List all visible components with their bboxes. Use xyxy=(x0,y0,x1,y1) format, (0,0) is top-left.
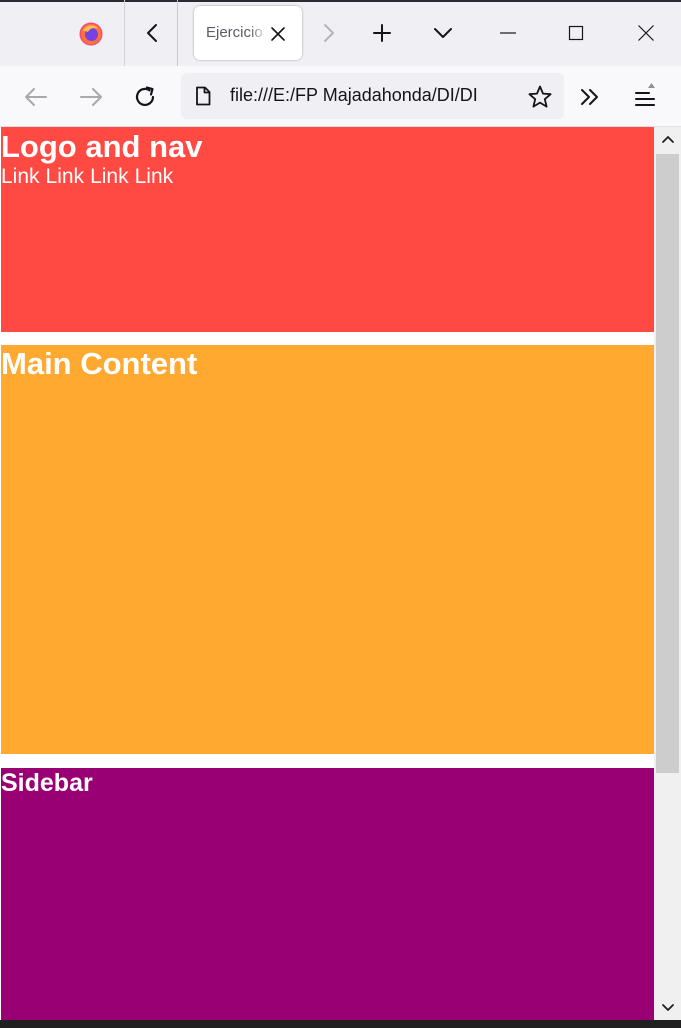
tab-title: Ejercicio xyxy=(206,24,263,41)
nav-links: Link Link Link Link xyxy=(1,165,654,189)
close-icon[interactable] xyxy=(270,26,286,42)
tab-strip-separator xyxy=(177,0,178,66)
sidebar-section: Sidebar xyxy=(1,768,654,1020)
chevron-left-icon xyxy=(147,24,157,42)
chevron-down-icon xyxy=(434,28,452,38)
plus-icon xyxy=(373,24,391,42)
url-text[interactable]: file:///E:/FP Majadahonda/DI/DI xyxy=(230,85,517,107)
caret-down-icon xyxy=(661,1004,674,1011)
vertical-scrollbar[interactable] xyxy=(654,127,681,1020)
back-button[interactable] xyxy=(22,83,50,111)
minimize-icon xyxy=(500,32,516,34)
page-icon[interactable] xyxy=(193,86,213,106)
scroll-up-button[interactable] xyxy=(654,127,681,151)
maximize-button[interactable] xyxy=(562,20,590,46)
nav-link[interactable]: Link xyxy=(90,165,129,188)
chevron-right-icon xyxy=(324,24,334,42)
caret-up-icon xyxy=(661,136,674,143)
maximize-icon xyxy=(568,25,584,41)
nav-link[interactable]: Link xyxy=(1,165,40,188)
reload-button[interactable] xyxy=(131,83,159,111)
page-viewport: Logo and nav Link Link Link Link Main Conte… xyxy=(0,127,654,1020)
header-section: Logo and nav Link Link Link Link xyxy=(1,127,654,332)
star-icon[interactable] xyxy=(527,84,553,110)
main-content-section: Main Content xyxy=(1,345,654,754)
taskbar-edge xyxy=(0,1020,681,1028)
toolbar-overflow-button[interactable] xyxy=(576,83,604,111)
close-window-button[interactable] xyxy=(632,20,660,46)
app-menu-button[interactable] xyxy=(630,79,660,111)
menu-icon xyxy=(635,83,655,106)
scrollbar-thumb[interactable] xyxy=(656,154,679,773)
header-title: Logo and nav xyxy=(1,129,203,164)
double-chevron-icon xyxy=(581,89,598,105)
arrow-left-icon xyxy=(25,88,47,106)
tab-active[interactable]: Ejercicio xyxy=(194,6,302,60)
tab-scroll-back-button[interactable] xyxy=(140,20,166,46)
reload-icon xyxy=(135,86,155,106)
tab-strip: Ejercicio xyxy=(0,0,681,66)
navigation-toolbar: file:///E:/FP Majadahonda/DI/DI xyxy=(0,66,681,127)
address-bar[interactable]: file:///E:/FP Majadahonda/DI/DI xyxy=(181,73,564,119)
list-all-tabs-button[interactable] xyxy=(430,20,456,46)
arrow-right-icon xyxy=(80,88,102,106)
nav-link[interactable]: Link xyxy=(46,165,85,188)
forward-button[interactable] xyxy=(77,83,105,111)
window-top-border xyxy=(0,0,681,2)
close-icon xyxy=(638,25,654,41)
nav-link[interactable]: Link xyxy=(135,165,174,188)
new-tab-button[interactable] xyxy=(369,20,395,46)
firefox-logo-icon[interactable] xyxy=(79,22,103,46)
sidebar-title: Sidebar xyxy=(1,769,93,797)
tab-scroll-forward-button[interactable] xyxy=(315,20,341,46)
minimize-button[interactable] xyxy=(494,20,522,46)
scroll-down-button[interactable] xyxy=(654,996,681,1020)
tab-strip-separator xyxy=(124,0,125,66)
main-content-title: Main Content xyxy=(1,346,198,381)
